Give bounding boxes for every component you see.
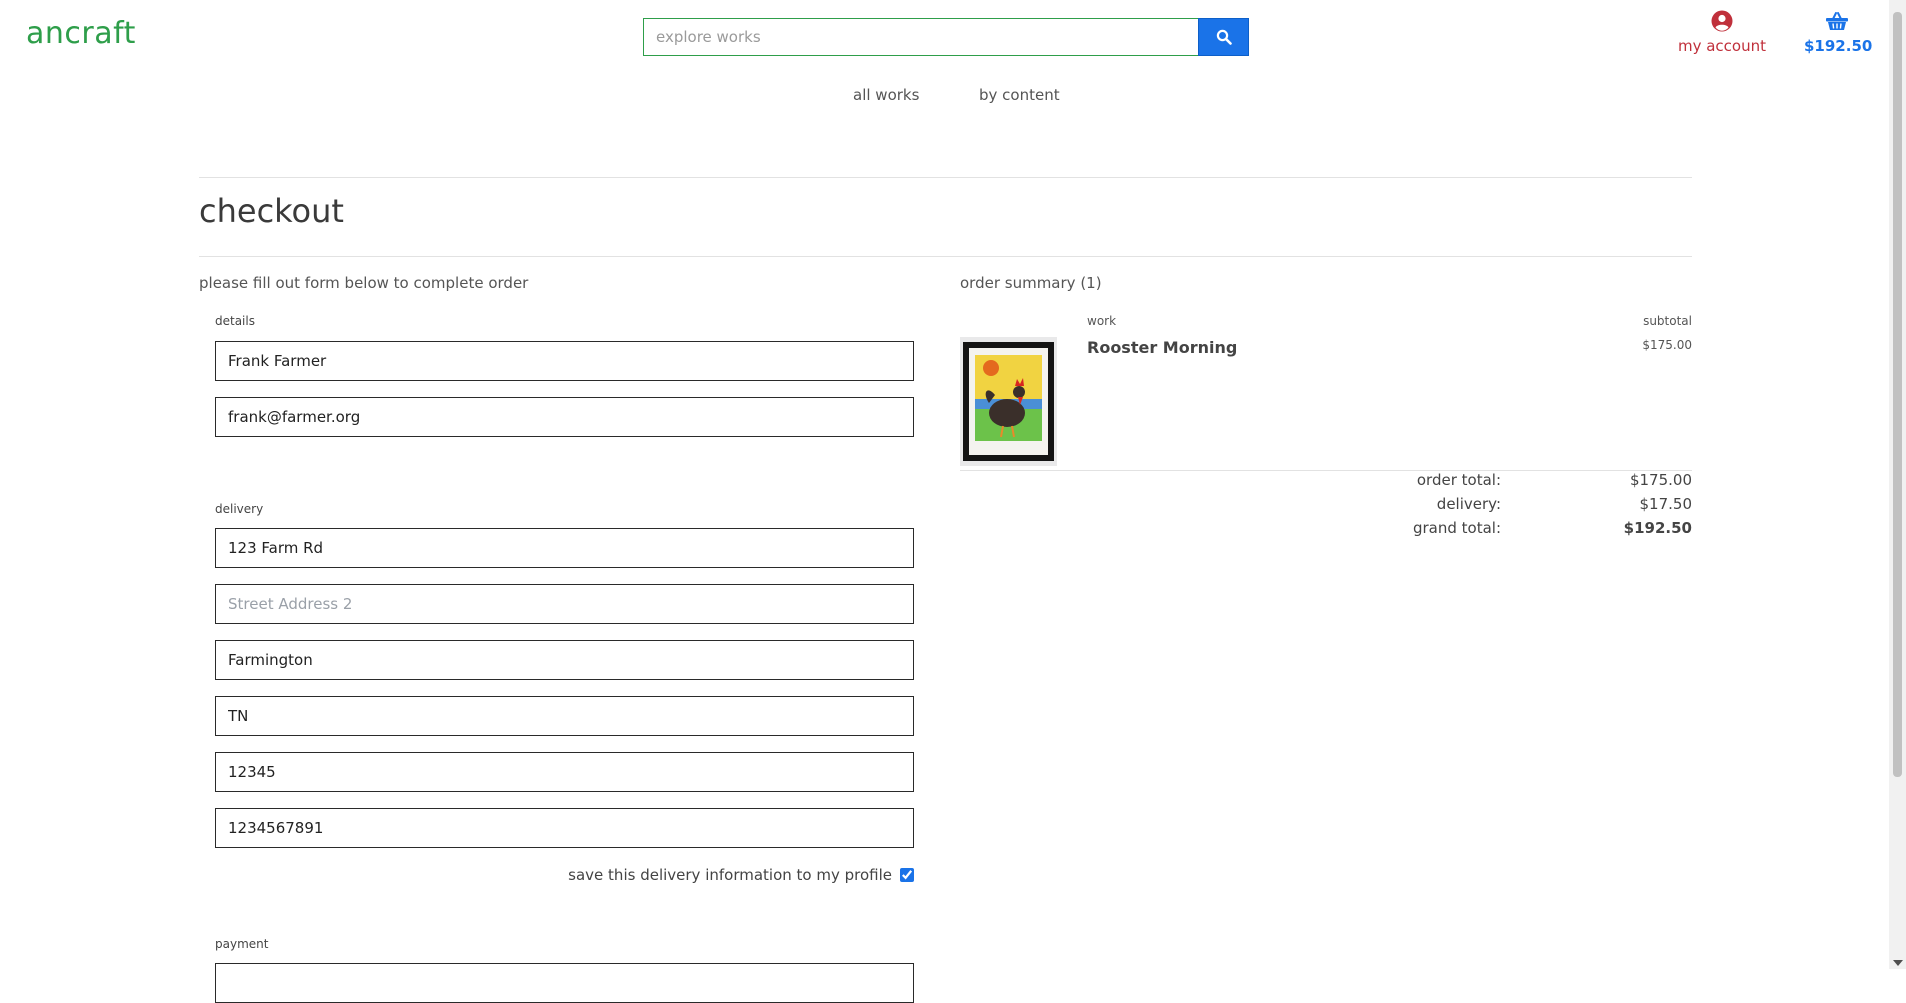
my-account-link[interactable]: my account	[1674, 10, 1770, 55]
subtotal-column-header: subtotal	[1643, 314, 1692, 328]
grand-total-label: grand total:	[1412, 519, 1501, 537]
delivery-label: delivery	[215, 502, 264, 516]
nav-by-content[interactable]: by content	[979, 86, 1060, 104]
street-address-1-field[interactable]	[215, 528, 914, 568]
delivery-cost-value: $17.50	[1639, 495, 1693, 513]
payment-label: payment	[215, 937, 269, 951]
form-intro: please fill out form below to complete o…	[199, 274, 529, 292]
search-input[interactable]	[643, 18, 1198, 56]
order-total-label: order total:	[1416, 471, 1501, 489]
cart-total: $192.50	[1804, 37, 1873, 55]
phone-field[interactable]	[215, 808, 914, 848]
state-field[interactable]	[215, 696, 914, 736]
email-field[interactable]	[215, 397, 914, 437]
basket-icon	[1826, 12, 1848, 30]
search-bar	[643, 18, 1249, 56]
street-address-2-field[interactable]	[215, 584, 914, 624]
save-delivery-label: save this delivery information to my pro…	[568, 866, 892, 884]
order-item-title[interactable]: Rooster Morning	[1087, 338, 1237, 357]
page-scrollbar[interactable]	[1889, 0, 1906, 969]
city-field[interactable]	[215, 640, 914, 680]
save-delivery-checkbox[interactable]	[900, 868, 914, 882]
scroll-down-arrow-icon[interactable]	[1893, 960, 1903, 966]
user-circle-icon	[1711, 10, 1733, 32]
grand-total-value: $192.50	[1623, 519, 1692, 537]
artwork-thumbnail[interactable]	[960, 337, 1057, 466]
details-label: details	[215, 314, 255, 328]
nav-all-works[interactable]: all works	[853, 86, 919, 104]
my-account-label: my account	[1677, 37, 1766, 55]
page-title: checkout	[199, 192, 344, 230]
order-summary-title: order summary (1)	[960, 274, 1102, 292]
work-column-header: work	[1087, 314, 1117, 328]
search-button[interactable]	[1198, 18, 1249, 56]
scrollbar-thumb[interactable]	[1893, 12, 1902, 777]
header-divider	[199, 177, 1692, 178]
site-logo[interactable]: ancraft	[26, 16, 136, 51]
search-icon	[1216, 29, 1232, 45]
payment-field[interactable]	[215, 963, 914, 1003]
cart-link[interactable]: $192.50	[1804, 10, 1873, 55]
save-delivery-row: save this delivery information to my pro…	[560, 866, 914, 884]
title-divider	[199, 256, 1692, 257]
zip-field[interactable]	[215, 752, 914, 792]
delivery-cost-label: delivery:	[1436, 495, 1501, 513]
order-total-value: $175.00	[1629, 471, 1692, 489]
order-item-subtotal: $175.00	[1642, 338, 1692, 352]
name-field[interactable]	[215, 341, 914, 381]
